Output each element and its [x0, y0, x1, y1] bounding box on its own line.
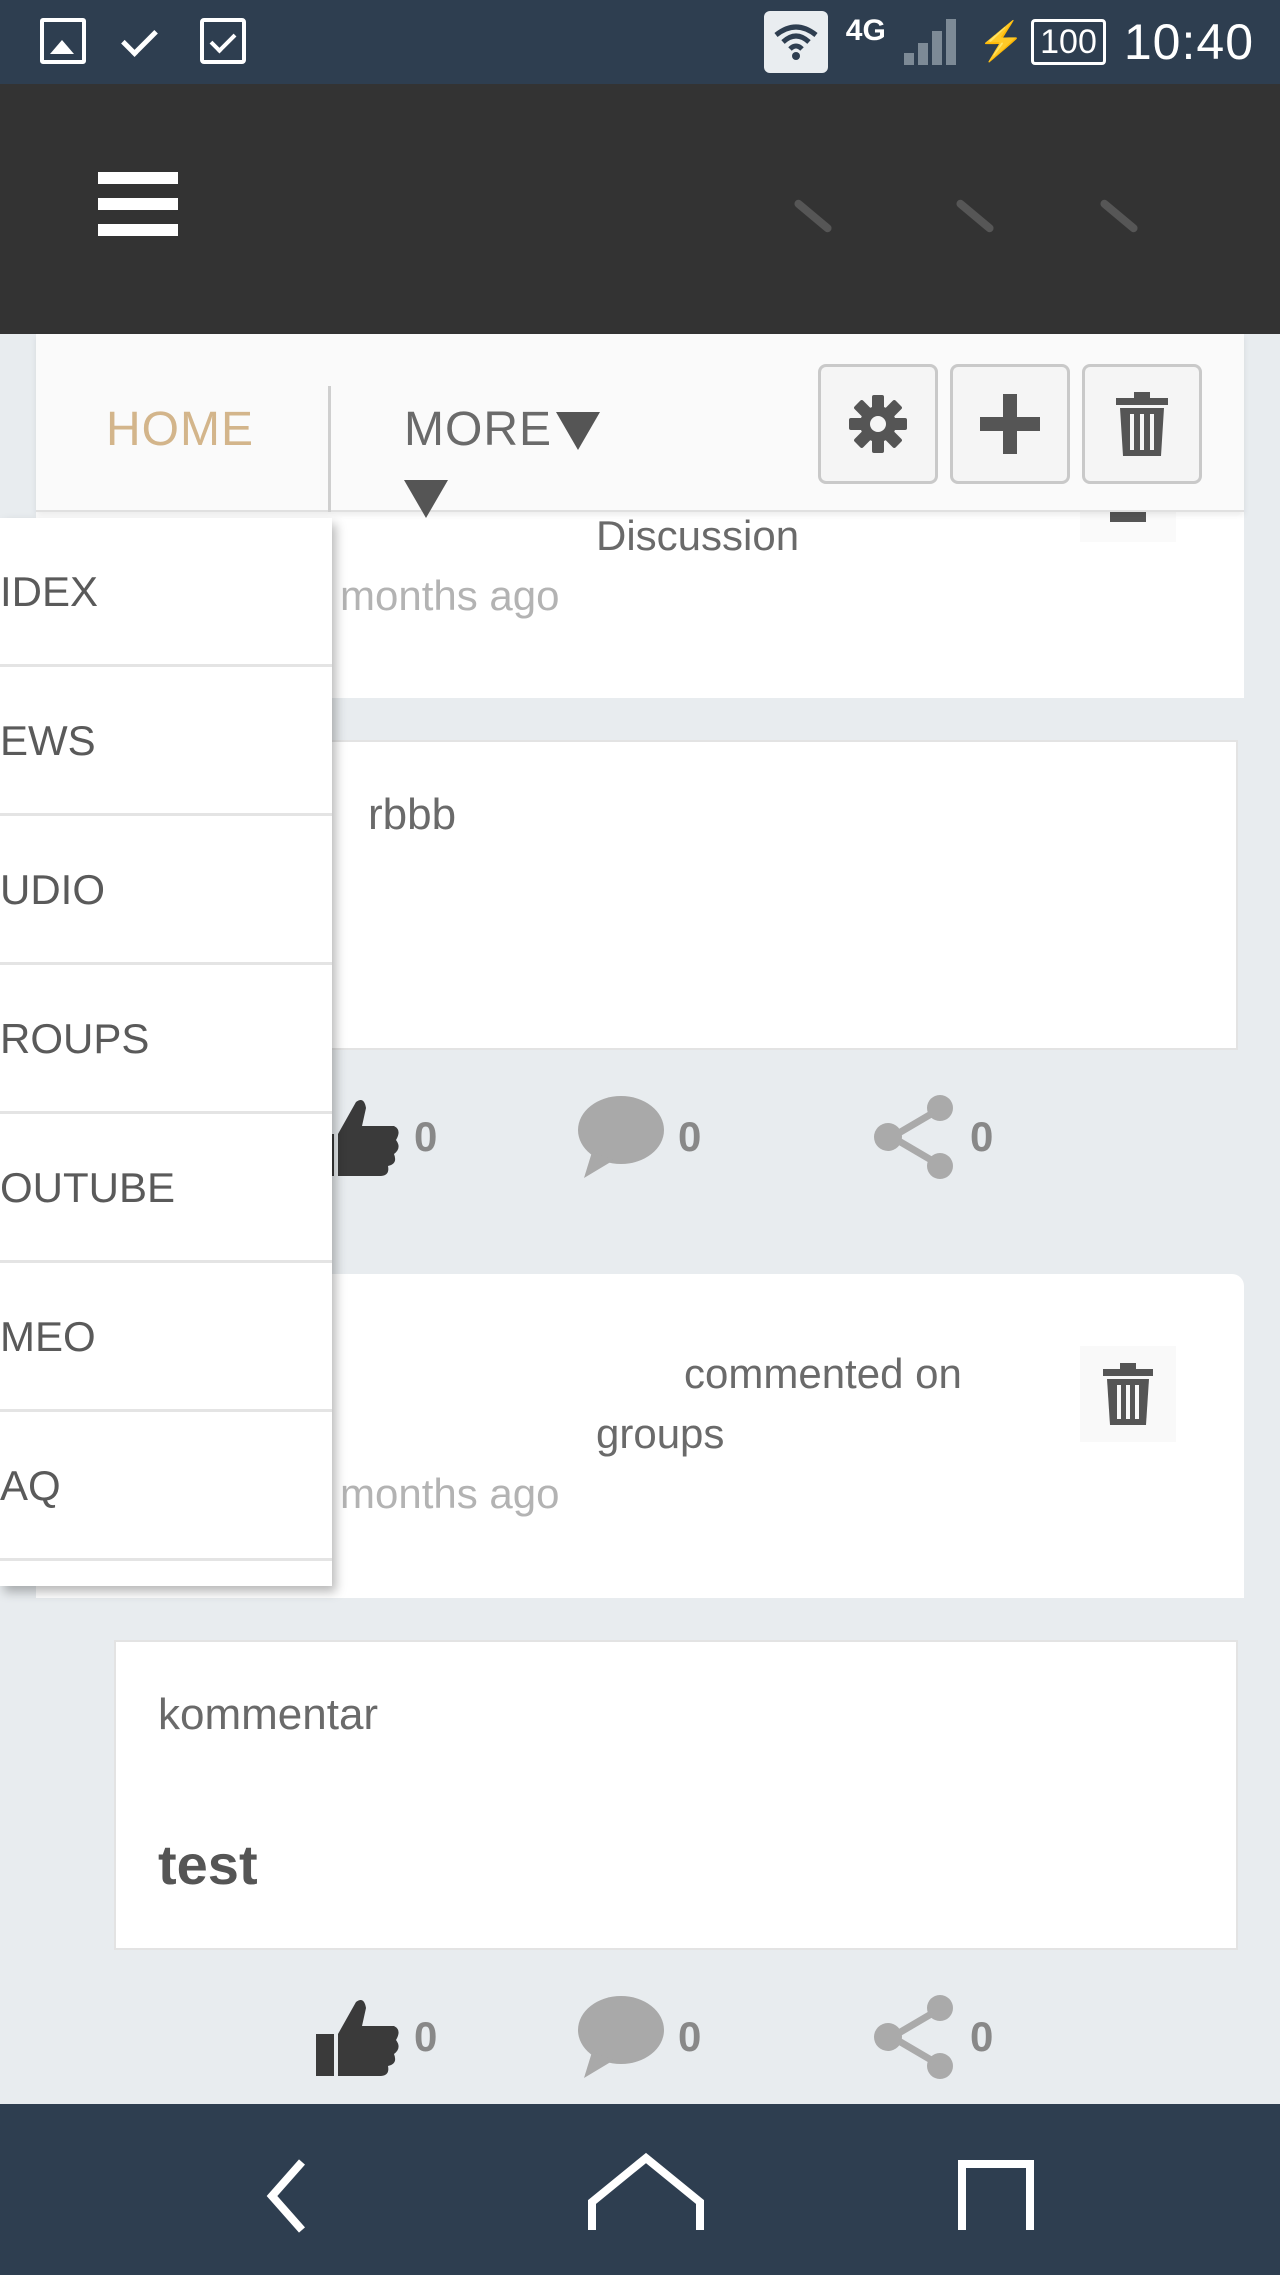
wifi-icon — [763, 11, 828, 73]
tab-divider — [328, 386, 331, 512]
recents-button[interactable] — [944, 2144, 1044, 2244]
signal-icon — [903, 19, 960, 65]
battery-level: 100 — [1031, 19, 1106, 65]
activity-type: Discussion — [596, 512, 800, 559]
home-icon — [588, 2152, 704, 2230]
menu-item-label: AQ — [0, 1462, 61, 1509]
timestamp: months ago — [340, 1470, 560, 1517]
plus-icon — [980, 394, 1040, 454]
speech-bubble-icon — [578, 1996, 664, 2078]
post-text: test — [158, 1833, 258, 1896]
menu-item-label: ROUPS — [0, 1015, 150, 1062]
clock: 10:40 — [1123, 14, 1254, 70]
tab-more[interactable]: MORE — [404, 402, 552, 457]
speech-bubble-icon — [578, 1096, 664, 1178]
recents-icon — [958, 2160, 1034, 2230]
settings-button[interactable] — [818, 364, 938, 484]
hamburger-icon[interactable] — [98, 172, 178, 236]
hidden-action-icon[interactable] — [954, 198, 996, 234]
delete-post-button[interactable] — [1080, 1346, 1176, 1442]
menu-item[interactable]: EWS — [0, 667, 332, 816]
menu-item-label: MEO — [0, 1313, 96, 1360]
trash-icon — [1116, 392, 1168, 456]
menu-item[interactable]: MEO — [0, 1263, 332, 1412]
back-icon — [266, 2159, 305, 2233]
share-icon — [874, 1995, 953, 2079]
like-count: 0 — [414, 2013, 438, 2060]
like-button[interactable]: 0 — [316, 1994, 437, 2080]
menu-item[interactable]: UDIO — [0, 816, 332, 965]
more-dropdown-menu: IDEX EWS UDIO ROUPS OUTUBE MEO AQ — [0, 518, 332, 1586]
chevron-down-icon — [404, 480, 448, 518]
comment-button[interactable]: 0 — [576, 1094, 701, 1180]
system-nav-bar — [0, 2104, 1280, 2275]
menu-item[interactable]: AQ — [0, 1412, 332, 1561]
home-button[interactable] — [584, 2144, 708, 2244]
like-count: 0 — [414, 1113, 438, 1160]
comment-count: 0 — [678, 1113, 702, 1160]
activity-card-body: kommentar test 0 0 0 — [36, 1598, 1244, 2104]
post-text: rbbb — [368, 790, 457, 839]
hidden-action-icon[interactable] — [1098, 198, 1140, 234]
check-icon — [120, 18, 166, 64]
menu-item-label: OUTUBE — [0, 1164, 176, 1211]
activity-type: commented on — [684, 1350, 962, 1397]
chevron-down-icon[interactable] — [556, 412, 600, 450]
comment-count: 0 — [678, 2013, 702, 2060]
status-bar: 4G ⚡ 100 10:40 — [0, 0, 1280, 84]
trash-icon — [1103, 1363, 1153, 1425]
network-type: 4G — [845, 14, 886, 47]
menu-item-label: UDIO — [0, 866, 105, 913]
post-content: kommentar test — [114, 1640, 1238, 1950]
menu-item-label: IDEX — [0, 568, 99, 615]
activity-target: groups — [596, 1410, 725, 1457]
hidden-action-icon[interactable] — [792, 198, 834, 234]
tab-bar: HOME MORE — [36, 334, 1244, 518]
menu-item[interactable]: ROUPS — [0, 965, 332, 1114]
battery-indicator: ⚡ 100 — [978, 19, 1106, 65]
comment-button[interactable]: 0 — [576, 1994, 701, 2080]
menu-item-label: EWS — [0, 717, 96, 764]
image-icon — [40, 18, 86, 64]
share-button[interactable]: 0 — [872, 1094, 993, 1180]
settings-icon — [849, 395, 907, 453]
delete-button[interactable] — [1082, 364, 1202, 484]
thumbs-up-icon — [316, 2000, 399, 2076]
charging-icon: ⚡ — [977, 21, 1026, 63]
like-button[interactable]: 0 — [316, 1094, 437, 1180]
tab-home[interactable]: HOME — [106, 402, 254, 457]
clipboard-check-icon — [200, 18, 246, 64]
menu-item[interactable]: IDEX — [0, 518, 332, 667]
back-button[interactable] — [240, 2144, 340, 2244]
share-icon — [874, 1095, 953, 1179]
share-count: 0 — [970, 2013, 994, 2060]
timestamp: months ago — [340, 572, 560, 619]
share-button[interactable]: 0 — [872, 1994, 993, 2080]
menu-item[interactable]: OUTUBE — [0, 1114, 332, 1263]
share-count: 0 — [970, 1113, 994, 1160]
add-button[interactable] — [950, 364, 1070, 484]
app-bar — [0, 84, 1280, 334]
post-label: kommentar — [158, 1690, 379, 1739]
